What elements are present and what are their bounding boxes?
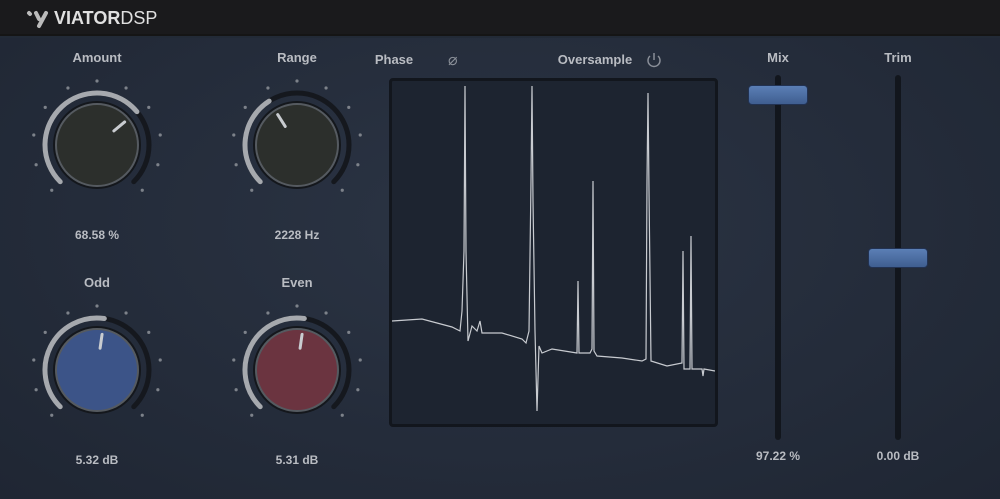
logo-icon [27, 10, 48, 28]
mix-slider-track[interactable] [775, 75, 781, 440]
amount-label: Amount [72, 50, 122, 65]
mix-label: Mix [767, 50, 789, 65]
mix-value: 97.22 % [755, 449, 801, 463]
brand-bold: VIATOR [54, 8, 121, 28]
odd-value: 5.32 dB [75, 453, 119, 467]
trim-slider-thumb[interactable] [868, 247, 928, 268]
mix-slider-thumb[interactable] [748, 84, 808, 105]
spectrum-display [389, 78, 718, 427]
odd-knob[interactable] [27, 300, 167, 445]
range-label: Range [277, 50, 317, 65]
even-label: Even [281, 275, 313, 290]
brand-light: DSP [120, 8, 158, 28]
phase-invert-icon[interactable]: ⌀ [448, 50, 458, 70]
even-value: 5.31 dB [275, 453, 319, 467]
amount-knob[interactable] [27, 75, 167, 220]
trim-label: Trim [884, 50, 912, 65]
odd-label: Odd [84, 275, 110, 290]
spectrum-plot [391, 85, 716, 412]
trim-value: 0.00 dB [876, 449, 920, 463]
oversample-label: Oversample [557, 52, 633, 67]
spectrum-line [391, 85, 716, 412]
even-knob[interactable] [227, 300, 367, 445]
range-knob[interactable] [227, 75, 367, 220]
brand-logo: VIATORDSP [26, 8, 157, 29]
title-bar: VIATORDSP [0, 0, 1000, 36]
range-value: 2228 Hz [274, 228, 320, 242]
power-icon[interactable] [645, 51, 663, 69]
amount-value: 68.58 % [74, 228, 120, 242]
